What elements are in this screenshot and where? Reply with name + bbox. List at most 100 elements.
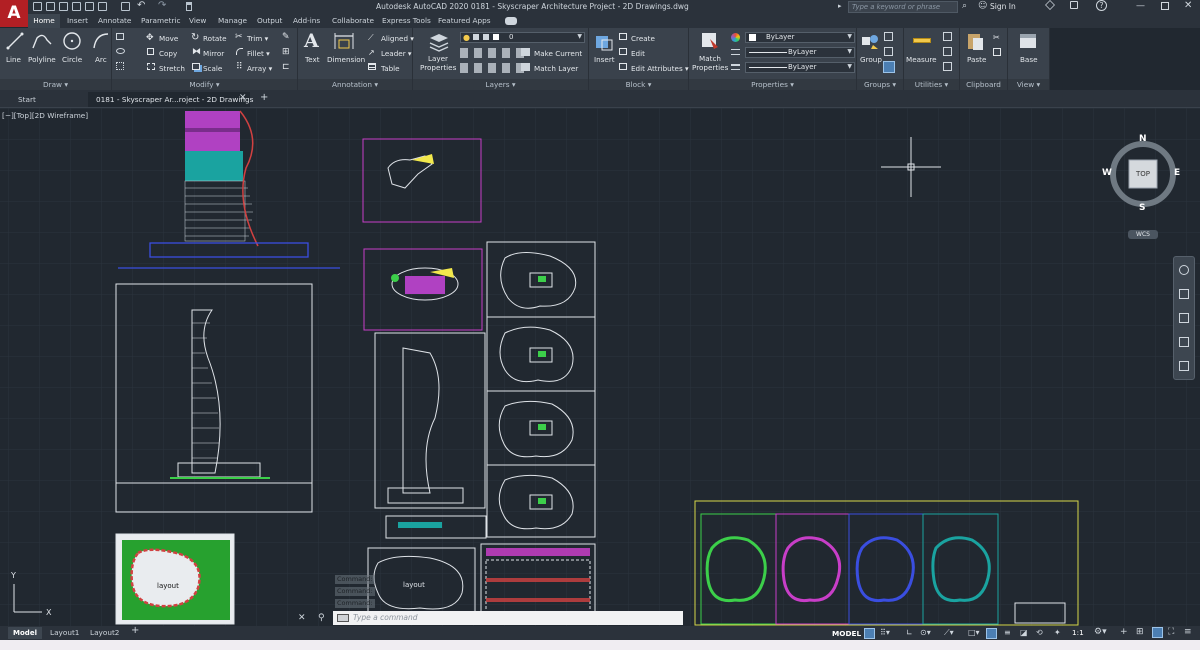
- selection-cycling-icon[interactable]: ⟲: [1036, 628, 1043, 637]
- arc-button[interactable]: Arc: [95, 55, 107, 64]
- application-menu-button[interactable]: A: [0, 0, 28, 27]
- ortho-icon[interactable]: ∟: [906, 628, 913, 637]
- isolate-objects-icon[interactable]: [1152, 627, 1163, 638]
- groups-panel-label[interactable]: Groups ▾: [857, 79, 903, 90]
- viewcube-top-face[interactable]: TOP: [1129, 170, 1157, 178]
- linetype-dropdown[interactable]: ByLayer ▼: [745, 47, 855, 58]
- mirror-button[interactable]: Mirror: [203, 49, 224, 58]
- web-mobile-save-icon[interactable]: [98, 2, 107, 11]
- annotation-scale-icon[interactable]: ✦: [1054, 628, 1061, 637]
- new-tab-icon[interactable]: +: [260, 92, 268, 103]
- scale-button[interactable]: Scale: [203, 64, 222, 73]
- tab-featured-apps[interactable]: Featured Apps: [438, 16, 491, 25]
- close-tab-icon[interactable]: ✕: [239, 93, 247, 103]
- leader-button[interactable]: Leader ▾: [381, 49, 412, 58]
- tab-collaborate[interactable]: Collaborate: [332, 16, 374, 25]
- add-layout-icon[interactable]: +: [131, 625, 139, 636]
- tab-home[interactable]: Home: [28, 14, 60, 28]
- view-panel-label[interactable]: View ▾: [1008, 79, 1049, 90]
- workspace-gear-icon[interactable]: ⚙▾: [1094, 627, 1107, 637]
- command-close-icon[interactable]: ✕: [298, 613, 306, 623]
- draw-panel-label[interactable]: Draw ▾: [0, 79, 111, 90]
- text-button[interactable]: Text: [305, 55, 320, 64]
- line-button[interactable]: Line: [6, 55, 21, 64]
- table-button[interactable]: Table: [381, 64, 400, 73]
- isodraft-icon[interactable]: ⟋▾: [944, 628, 954, 638]
- search-input[interactable]: Type a keyword or phrase: [848, 1, 958, 13]
- snap-mode-icon[interactable]: ⠿▾: [880, 628, 890, 637]
- offset-icon[interactable]: ⊏: [282, 62, 290, 72]
- utilities-panel-label[interactable]: Utilities ▾: [904, 79, 959, 90]
- dimension-button[interactable]: Dimension: [327, 55, 365, 64]
- stretch-button[interactable]: Stretch: [159, 64, 185, 73]
- command-input[interactable]: Type a command: [333, 611, 683, 625]
- grid-toggle-icon[interactable]: [864, 628, 875, 639]
- compass-south[interactable]: S: [1139, 203, 1145, 213]
- showmotion-icon[interactable]: [1179, 361, 1189, 371]
- copy-clip-icon[interactable]: [993, 48, 1001, 56]
- annotation-monitor-icon[interactable]: +: [1120, 627, 1128, 637]
- close-icon[interactable]: ✕: [1184, 0, 1192, 11]
- make-current-button[interactable]: Make Current: [534, 49, 582, 58]
- tab-start[interactable]: Start: [18, 95, 36, 104]
- transparency-icon[interactable]: ◪: [1020, 628, 1028, 637]
- modify-panel-label[interactable]: Modify ▾: [112, 79, 297, 90]
- paste-button[interactable]: Paste: [967, 55, 986, 64]
- tab-annotate[interactable]: Annotate: [98, 16, 131, 25]
- viewport-controls-label[interactable]: [−][Top][2D Wireframe]: [2, 111, 88, 120]
- orbit-icon[interactable]: [1179, 337, 1189, 347]
- compass-north[interactable]: N: [1139, 134, 1147, 144]
- plot-icon[interactable]: [121, 2, 130, 11]
- units-icon[interactable]: ⊞: [1136, 627, 1144, 637]
- fullscreen-icon[interactable]: ⛶: [1168, 627, 1174, 637]
- layer-tools-row1-icon[interactable]: [460, 48, 528, 58]
- explode-icon[interactable]: ⊞: [282, 47, 290, 57]
- annotation-scale-value[interactable]: 1:1: [1072, 628, 1084, 637]
- layout-tab-layout1[interactable]: Layout1: [50, 628, 79, 637]
- tab-manage[interactable]: Manage: [218, 16, 247, 25]
- measure-button[interactable]: Measure: [906, 55, 937, 64]
- erase-icon[interactable]: ✎: [282, 32, 290, 42]
- aligned-button[interactable]: Aligned ▾: [381, 34, 414, 43]
- annotation-panel-label[interactable]: Annotation ▾: [298, 79, 412, 90]
- tab-output[interactable]: Output: [257, 16, 282, 25]
- array-button[interactable]: Array ▾: [247, 64, 272, 73]
- customization-menu-icon[interactable]: ≡: [1184, 627, 1192, 637]
- properties-panel-label[interactable]: Properties ▾: [689, 79, 856, 90]
- sign-in-button[interactable]: Sign In: [990, 2, 1016, 11]
- circle-button[interactable]: Circle: [62, 55, 82, 64]
- lineweight-dropdown[interactable]: ByLayer ▼: [745, 62, 855, 73]
- ungroup-icon[interactable]: [884, 32, 893, 41]
- ribbon-toggle-icon[interactable]: [505, 17, 517, 25]
- autodesk-app-icon[interactable]: [1070, 1, 1078, 9]
- ellipse-icon[interactable]: [116, 48, 125, 54]
- rotate-button[interactable]: Rotate: [203, 34, 227, 43]
- pan-icon[interactable]: [1179, 289, 1189, 299]
- layer-dropdown[interactable]: ● 0 ▼: [460, 32, 585, 43]
- zoom-extents-icon[interactable]: [1179, 313, 1189, 323]
- polar-tracking-icon[interactable]: ⊙▾: [920, 628, 931, 637]
- match-properties-button[interactable]: Match Properties: [692, 54, 728, 72]
- edit-attributes-button[interactable]: Edit Attributes ▾: [631, 64, 689, 73]
- move-button[interactable]: Move: [159, 34, 178, 43]
- drawing-canvas[interactable]: layout layout Y X: [0, 108, 1200, 626]
- undo-icon[interactable]: ↶: [137, 0, 145, 11]
- command-customize-icon[interactable]: ⚲: [318, 613, 325, 623]
- cut-icon[interactable]: ✂: [993, 33, 1000, 42]
- base-button[interactable]: Base: [1020, 55, 1038, 64]
- help-icon[interactable]: ?: [1096, 0, 1107, 11]
- layer-properties-button[interactable]: Layer Properties: [420, 54, 456, 72]
- tab-drawing-file[interactable]: 0181 - Skyscraper Ar...roject - 2D Drawi…: [88, 92, 253, 107]
- calculator-icon[interactable]: [943, 32, 952, 41]
- compass-east[interactable]: E: [1174, 168, 1180, 178]
- layer-tools-row2-icon[interactable]: [460, 63, 528, 73]
- rectangle-icon[interactable]: [116, 33, 124, 40]
- tab-express-tools[interactable]: Express Tools: [382, 16, 431, 25]
- wcs-menu[interactable]: WCS: [1128, 230, 1158, 239]
- match-layer-button[interactable]: Match Layer: [534, 64, 578, 73]
- layout-tab-layout2[interactable]: Layout2: [90, 628, 119, 637]
- save-icon[interactable]: [59, 2, 68, 11]
- layers-panel-label[interactable]: Layers ▾: [413, 79, 588, 90]
- polyline-button[interactable]: Polyline: [28, 55, 56, 64]
- search-icon[interactable]: ⌕: [962, 1, 967, 11]
